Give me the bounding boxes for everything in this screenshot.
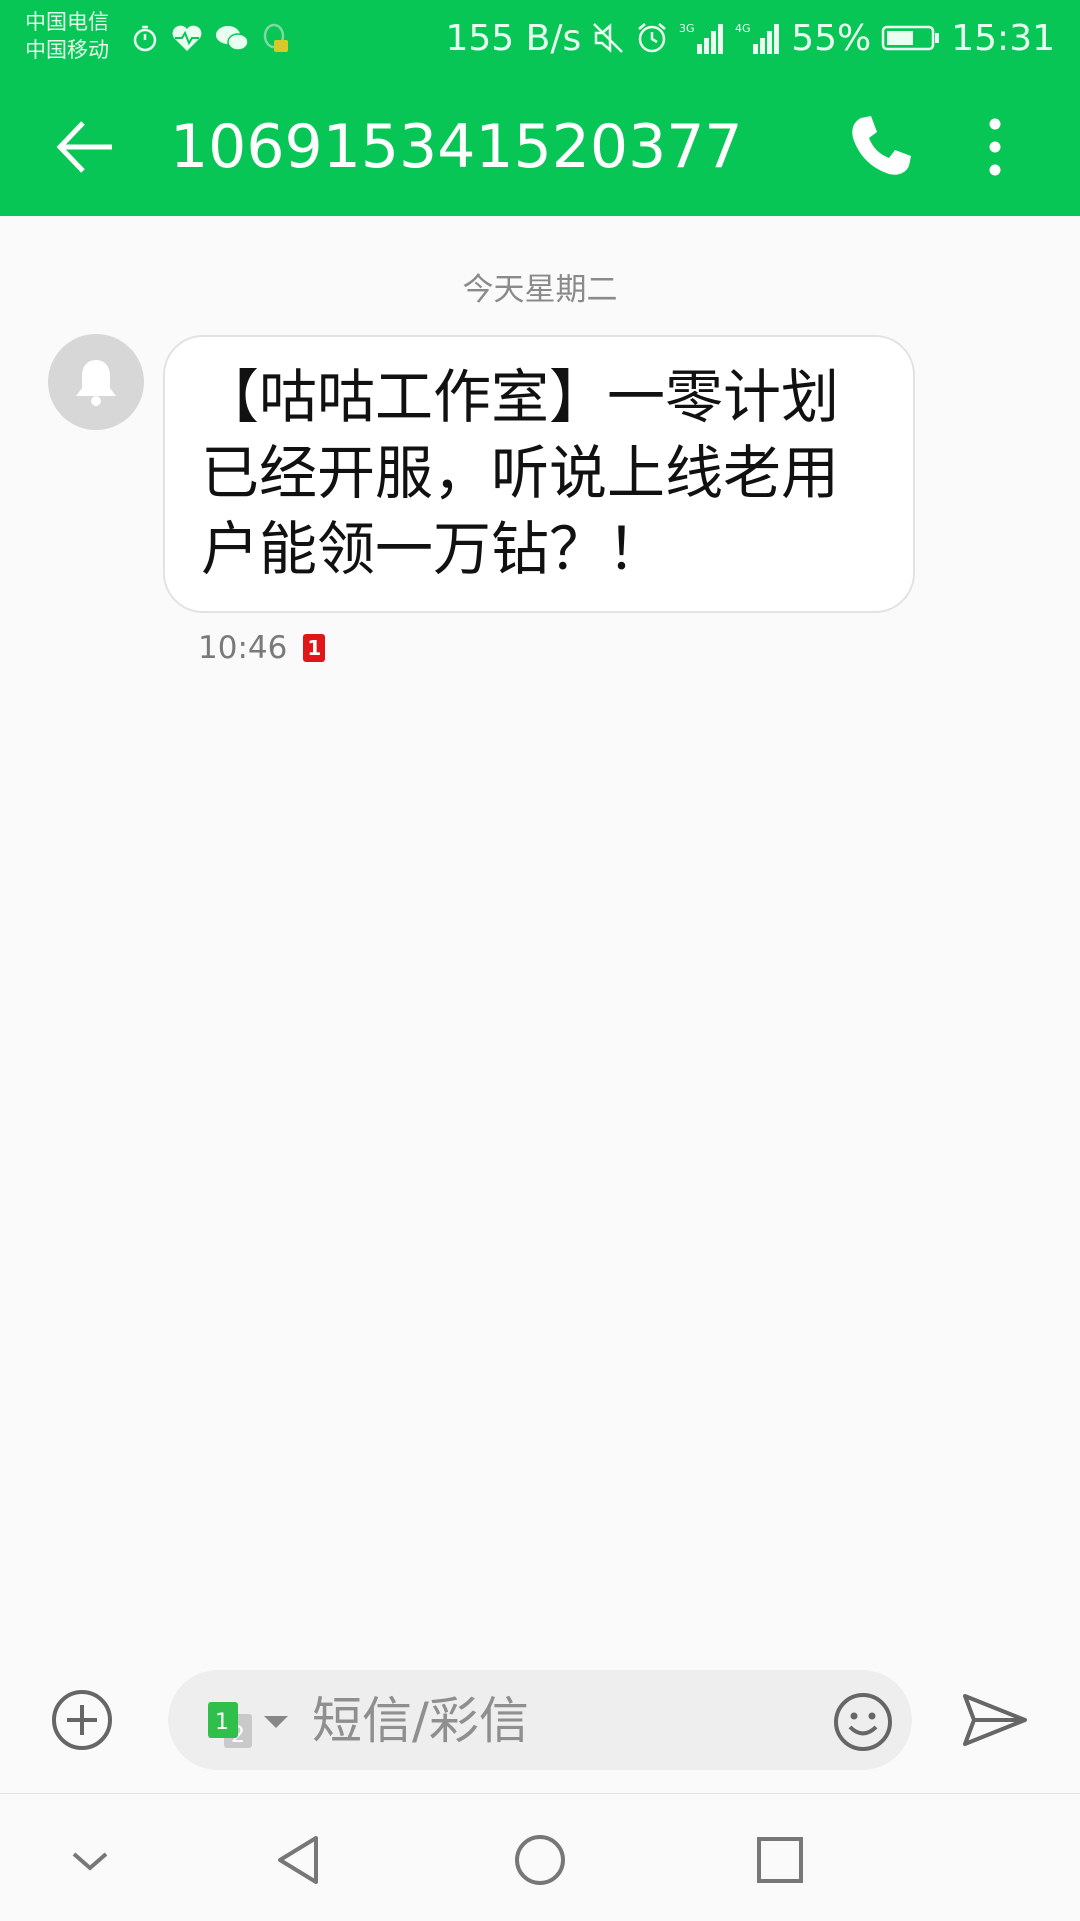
alarm-icon (635, 21, 669, 55)
status-bar: 中国电信 中国移动 155 B/s 3G 4G 55% 15:31 (0, 0, 1080, 76)
add-attachment-icon[interactable] (50, 1688, 114, 1752)
message-time: 10:46 (198, 630, 288, 666)
net-speed: 155 B/s (445, 17, 582, 59)
battery-percent: 55% (791, 17, 872, 59)
svg-text:3G: 3G (679, 22, 695, 35)
signal-3g-icon: 3G (679, 20, 725, 56)
mute-icon (591, 21, 625, 55)
svg-text:4G: 4G (735, 22, 751, 35)
back-triangle-icon[interactable] (272, 1832, 328, 1888)
conversation-title: 106915341520377 (170, 112, 743, 182)
svg-text:1: 1 (215, 1710, 229, 1735)
stopwatch-icon (130, 23, 160, 53)
chevron-down-icon[interactable] (62, 1832, 118, 1888)
bell-icon (76, 360, 116, 406)
emoji-icon[interactable] (833, 1692, 893, 1752)
sim-card-icon: 2 1 (208, 1702, 288, 1748)
navigation-bar (0, 1793, 1080, 1921)
top-bar: 中国电信 中国移动 155 B/s 3G 4G 55% 15:31 106915… (0, 0, 1080, 216)
carrier-info: 中国电信 中国移动 (25, 8, 109, 64)
app-bar: 106915341520377 (0, 76, 1080, 216)
carrier-1: 中国电信 (25, 10, 109, 34)
message-meta: 10:46 1 (198, 628, 326, 668)
status-right: 155 B/s 3G 4G 55% 15:31 (445, 14, 1055, 62)
message-input[interactable]: 2 1 短信/彩信 (168, 1670, 912, 1770)
input-placeholder: 短信/彩信 (312, 1692, 529, 1750)
clock: 15:31 (951, 17, 1055, 59)
recents-square-icon[interactable] (752, 1832, 808, 1888)
carrier-2: 中国移动 (25, 38, 109, 62)
send-icon[interactable] (962, 1692, 1028, 1748)
date-divider: 今天星期二 (462, 272, 618, 308)
battery-icon (881, 23, 941, 53)
sim-card-icon: 1 (303, 634, 326, 662)
sim-selector[interactable]: 2 1 (206, 1702, 296, 1748)
home-circle-icon[interactable] (512, 1832, 568, 1888)
phone-icon[interactable] (845, 112, 915, 182)
message-bubble[interactable]: 【咕咕工作室】一零计划已经开服，听说上线老用户能领一万钻？！ (163, 335, 915, 613)
back-arrow-icon[interactable] (50, 112, 120, 182)
wechat-icon (214, 23, 250, 53)
qq-icon (260, 22, 290, 54)
health-icon (170, 23, 204, 53)
sender-avatar[interactable] (48, 334, 144, 430)
composer-bar: 2 1 短信/彩信 (0, 1660, 1080, 1780)
signal-4g-icon: 4G (735, 20, 781, 56)
more-vert-icon[interactable] (965, 112, 1025, 182)
notification-icons (130, 18, 290, 58)
message-text: 【咕咕工作室】一零计划已经开服，听说上线老用户能领一万钻？！ (201, 363, 840, 583)
